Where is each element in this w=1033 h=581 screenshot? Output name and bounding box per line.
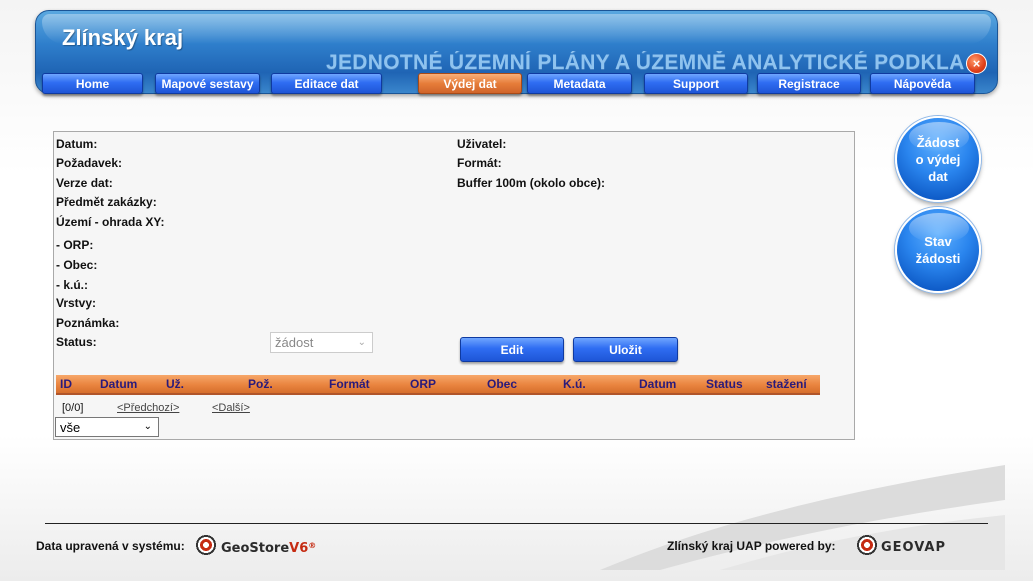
main-nav: Home Mapové sestavy Editace dat Výdej da…	[42, 73, 975, 95]
col-orp[interactable]: ORP	[410, 377, 436, 391]
label-pozadavek: Požadavek:	[56, 156, 123, 170]
request-data-label-3: dat	[928, 168, 948, 184]
request-status-label-1: Stav	[924, 234, 952, 249]
col-datum[interactable]: Datum	[100, 377, 137, 391]
request-status-label-2: žádosti	[915, 251, 961, 266]
nav-tab-metadata[interactable]: Metadata	[527, 73, 632, 94]
nav-tab-vydej-dat[interactable]: Výdej dat	[418, 73, 522, 94]
col-datum-2[interactable]: Datum	[639, 377, 676, 391]
site-title: Zlínský kraj	[62, 25, 184, 50]
col-id[interactable]: ID	[60, 377, 72, 391]
label-uzemi-ohrada: Území - ohrada XY:	[56, 215, 165, 229]
pager-prev-link[interactable]: <Předchozí>	[117, 402, 179, 414]
status-select[interactable]: žádost ⌄	[270, 332, 373, 353]
label-ku: - k.ú.:	[56, 278, 88, 292]
col-ku[interactable]: K.ú.	[563, 377, 586, 391]
geostore-logo[interactable]: GeoStoreV6®	[221, 541, 316, 556]
nav-tab-home[interactable]: Home	[42, 73, 143, 94]
filter-select[interactable]: vše ⌄	[55, 417, 159, 437]
nav-tab-mapove-sestavy[interactable]: Mapové sestavy	[155, 73, 260, 94]
geovap-logo[interactable]: GEOVAP	[881, 540, 946, 555]
geostore-logo-version: V6	[289, 541, 309, 556]
label-orp: - ORP:	[56, 238, 94, 252]
label-datum: Datum:	[56, 137, 98, 151]
label-uzivatel: Uživatel:	[457, 137, 507, 151]
header: Zlínský kraj JEDNOTNÉ ÚZEMNÍ PLÁNY A ÚZE…	[35, 10, 998, 120]
col-status[interactable]: Status	[706, 377, 743, 391]
col-format[interactable]: Formát	[329, 377, 370, 391]
footer-divider	[45, 523, 988, 524]
label-poznamka: Poznámka:	[56, 316, 120, 330]
nav-tab-support[interactable]: Support	[644, 73, 748, 94]
pager-next-link[interactable]: <Další>	[212, 402, 250, 414]
request-data-button[interactable]: Žádost o výdej dat	[895, 116, 981, 202]
nav-tab-napoveda[interactable]: Nápověda	[870, 73, 975, 94]
geostore-logo-mark: ®	[308, 541, 317, 550]
col-poz[interactable]: Pož.	[248, 377, 273, 391]
col-obec[interactable]: Obec	[487, 377, 517, 391]
chevron-down-icon: ⌄	[143, 420, 152, 432]
label-buffer: Buffer 100m (okolo obce):	[457, 176, 606, 190]
request-status-button[interactable]: Stav žádosti	[895, 207, 981, 293]
col-uz[interactable]: Už.	[166, 377, 184, 391]
label-vrstvy: Vrstvy:	[56, 296, 97, 310]
site-subtitle: JEDNOTNÉ ÚZEMNÍ PLÁNY A ÚZEMNĚ ANALYTICK…	[326, 51, 966, 74]
label-status: Status:	[56, 335, 97, 349]
nav-tab-registrace[interactable]: Registrace	[757, 73, 861, 94]
request-data-label-2: o výdej	[915, 151, 961, 167]
label-obec: - Obec:	[56, 258, 98, 272]
footer-left-text: Data upravená v systému:	[36, 539, 185, 553]
geovap-logo-icon	[856, 534, 878, 556]
label-verze-dat: Verze dat:	[56, 176, 113, 190]
pager-count: [0/0]	[62, 402, 84, 414]
grid-header: ID Datum Už. Pož. Formát ORP Obec K.ú. D…	[56, 375, 820, 395]
label-predmet-zakazky: Předmět zakázky:	[56, 195, 157, 209]
edit-button[interactable]: Edit	[460, 337, 564, 362]
footer-right-text: Zlínský kraj UAP powered by:	[667, 539, 836, 553]
save-button[interactable]: Uložit	[573, 337, 678, 362]
status-select-value: žádost	[275, 335, 314, 350]
close-icon[interactable]: ×	[966, 53, 987, 74]
request-data-label-1: Žádost	[916, 134, 960, 150]
geostore-logo-text: GeoStore	[221, 541, 290, 556]
col-stazeni[interactable]: stažení	[766, 377, 807, 391]
filter-select-value: vše	[60, 419, 81, 435]
chevron-down-icon: ⌄	[357, 336, 366, 348]
data-request-form: Datum: Požadavek: Verze dat: Předmět zak…	[53, 131, 855, 440]
label-format: Formát:	[457, 156, 502, 170]
geostore-logo-icon	[195, 534, 217, 556]
nav-tab-editace-dat[interactable]: Editace dat	[271, 73, 382, 94]
